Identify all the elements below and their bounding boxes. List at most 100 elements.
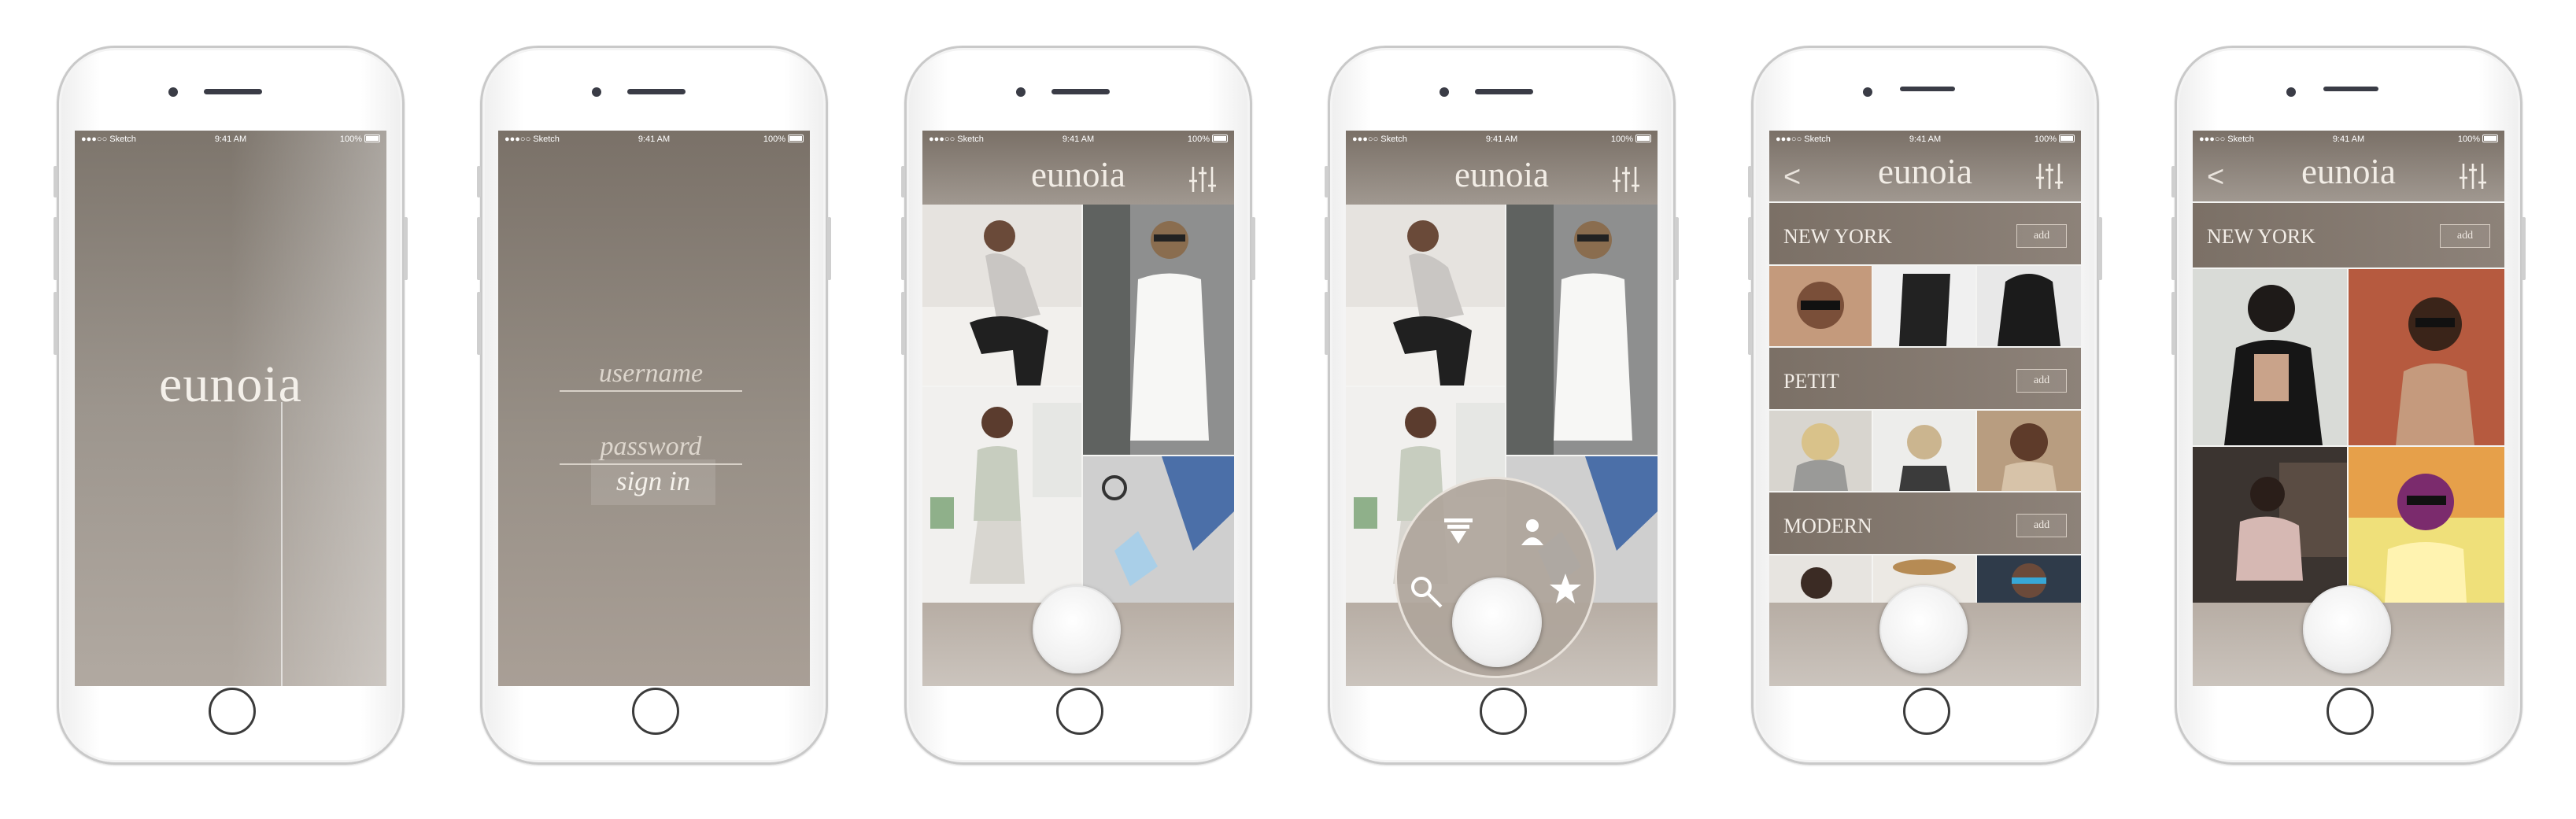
power-button	[2522, 217, 2526, 280]
status-bar: ●●●○○ Sketch 9:41 AM 100%	[498, 131, 810, 149]
battery-icon	[1635, 135, 1651, 142]
splash-screen: ●●●○○ Sketch 9:41 AM 100% eunoia	[75, 131, 386, 686]
volume-down-button	[901, 292, 905, 355]
power-button	[1251, 217, 1255, 280]
add-category-button[interactable]: add	[2016, 514, 2067, 537]
mute-switch	[477, 166, 481, 197]
categories-screen: < eunoia ●●●○○ Sketch 9:41 AM 100% NEW Y…	[1769, 131, 2081, 686]
user-icon[interactable]	[1517, 515, 1548, 547]
category-header[interactable]: NEW YORK add	[2193, 203, 2504, 267]
photo-tile[interactable]	[2349, 269, 2504, 445]
phone-feed: eunoia ●●●○○ Sketch 9:41 AM 100%	[901, 46, 1255, 765]
volume-up-button	[54, 217, 57, 280]
category-title: NEW YORK	[2207, 225, 2315, 248]
power-button	[2098, 217, 2102, 280]
home-button[interactable]	[2327, 688, 2374, 735]
earpiece	[204, 89, 262, 94]
volume-down-button	[54, 292, 57, 355]
earpiece	[1051, 89, 1110, 94]
filter-icon[interactable]	[1187, 164, 1218, 195]
menu-fab-button[interactable]	[2303, 585, 2391, 673]
splash-logo: eunoia	[159, 356, 302, 413]
phone-login: ●●●○○ Sketch 9:41 AM 100% username passw…	[477, 46, 831, 765]
home-button[interactable]	[632, 688, 679, 735]
feed-screen: eunoia ●●●○○ Sketch 9:41 AM 100%	[922, 131, 1234, 686]
phone-splash: ●●●○○ Sketch 9:41 AM 100% eunoia	[54, 46, 408, 765]
phone-feed-menu: eunoia ●●●○○ Sketch 9:41 AM 100%	[1325, 46, 1679, 765]
phone-category-detail: < eunoia ●●●○○ Sketch 9:41 AM 100% NEW Y…	[2171, 46, 2526, 765]
category-header[interactable]: NEW YORK add	[1769, 203, 2081, 264]
star-icon[interactable]	[1548, 572, 1583, 607]
add-category-button[interactable]: add	[2016, 224, 2067, 248]
battery-icon	[2059, 135, 2075, 142]
front-camera	[1863, 87, 1872, 97]
status-bar: ●●●○○ Sketch 9:41 AM 100%	[75, 131, 386, 149]
volume-down-button	[1325, 292, 1329, 355]
battery-label: 100%	[339, 135, 362, 144]
earpiece	[2323, 87, 2378, 91]
status-bar: ●●●○○ Sketch 9:41 AM 100%	[1346, 131, 1658, 149]
volume-up-button	[2171, 217, 2175, 280]
category-detail-screen: < eunoia ●●●○○ Sketch 9:41 AM 100% NEW Y…	[2193, 131, 2504, 686]
feed-menu-screen: eunoia ●●●○○ Sketch 9:41 AM 100%	[1346, 131, 1658, 686]
category-header[interactable]: PETIT add	[1769, 348, 2081, 409]
front-camera	[168, 87, 178, 97]
photo-tile[interactable]	[1083, 205, 1234, 455]
search-icon[interactable]	[1408, 574, 1444, 610]
photo-tile[interactable]	[1506, 205, 1658, 455]
filter-icon[interactable]	[1610, 164, 1642, 195]
status-bar: ●●●○○ Sketch 9:41 AM 100%	[2193, 131, 2504, 149]
category-photo-strip[interactable]	[1769, 266, 2081, 346]
photo-tile[interactable]	[2349, 447, 2504, 603]
power-button	[827, 217, 831, 280]
filter-stack-icon[interactable]	[1443, 517, 1474, 545]
battery-indicator: 100%	[1611, 135, 1651, 144]
front-camera	[2286, 87, 2296, 97]
mute-switch	[1325, 166, 1329, 197]
category-header[interactable]: MODERN add	[1769, 493, 2081, 554]
photo-tile[interactable]	[2193, 269, 2347, 445]
front-camera	[1440, 87, 1449, 97]
photo-tile[interactable]	[922, 205, 1081, 386]
photo-tile[interactable]	[922, 387, 1081, 603]
home-button[interactable]	[1480, 688, 1527, 735]
battery-label: 100%	[763, 135, 785, 144]
photo-tile[interactable]	[2193, 447, 2347, 603]
battery-indicator: 100%	[340, 135, 380, 144]
sign-in-button[interactable]: sign in	[591, 459, 715, 505]
home-button[interactable]	[1903, 688, 1950, 735]
filter-icon[interactable]	[2034, 160, 2065, 192]
home-button[interactable]	[209, 688, 256, 735]
earpiece	[1475, 89, 1533, 94]
add-category-button[interactable]: add	[2440, 224, 2490, 248]
status-bar: ●●●○○ Sketch 9:41 AM 100%	[1769, 131, 2081, 149]
photo-tile[interactable]	[1083, 456, 1234, 603]
volume-down-button	[477, 292, 481, 355]
mute-switch	[54, 166, 57, 197]
add-category-button[interactable]: add	[2016, 369, 2067, 393]
earpiece	[1900, 87, 1955, 91]
mute-switch	[901, 166, 905, 197]
photo-tile[interactable]	[1346, 205, 1505, 386]
volume-up-button	[901, 217, 905, 280]
home-button[interactable]	[1056, 688, 1103, 735]
volume-up-button	[1325, 217, 1329, 280]
phone-categories: < eunoia ●●●○○ Sketch 9:41 AM 100% NEW Y…	[1748, 46, 2102, 765]
battery-icon	[788, 135, 804, 142]
status-bar: ●●●○○ Sketch 9:41 AM 100%	[922, 131, 1234, 149]
battery-label: 100%	[1610, 135, 1633, 144]
menu-fab-button[interactable]	[1033, 585, 1121, 673]
category-title: NEW YORK	[1783, 225, 1892, 248]
mute-switch	[2171, 166, 2175, 197]
category-photo-strip[interactable]	[1769, 411, 2081, 491]
battery-indicator: 100%	[2035, 135, 2075, 144]
earpiece	[627, 89, 686, 94]
menu-fab-button[interactable]	[1452, 577, 1542, 667]
category-title: PETIT	[1783, 370, 1839, 393]
filter-icon[interactable]	[2457, 160, 2489, 192]
battery-label: 100%	[2457, 135, 2480, 144]
category-title: MODERN	[1783, 515, 1872, 537]
battery-label: 100%	[2034, 135, 2057, 144]
menu-fab-button[interactable]	[1879, 585, 1968, 673]
username-field[interactable]: username	[560, 359, 742, 392]
